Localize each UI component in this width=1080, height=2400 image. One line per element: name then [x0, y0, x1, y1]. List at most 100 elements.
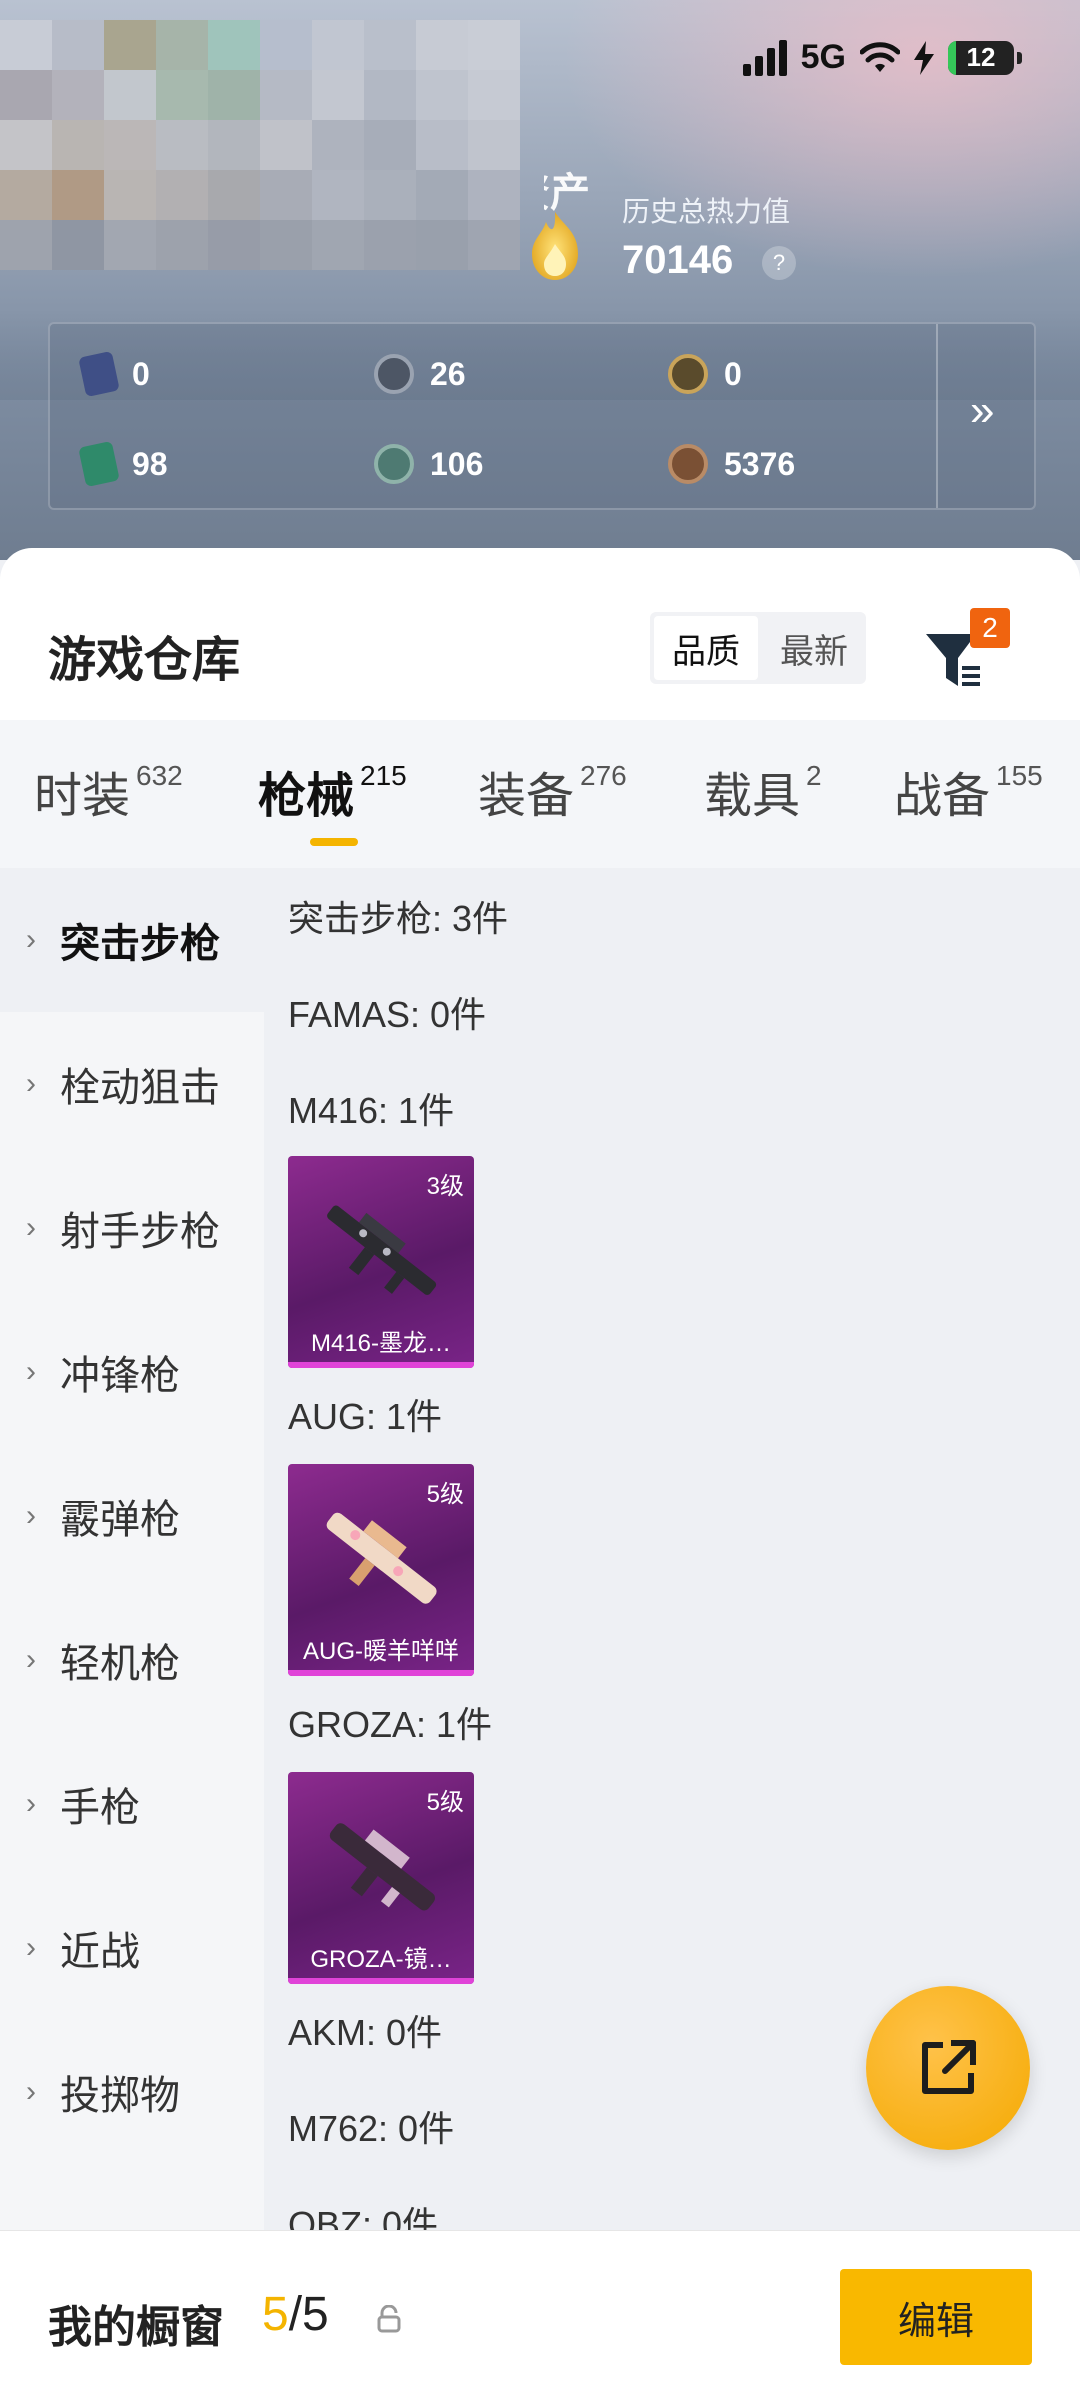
rarity-bar	[288, 1978, 474, 1984]
skin-name: AUG-暖羊咩咩	[303, 1638, 459, 1665]
tab-equipment[interactable]: 装备 276	[478, 756, 627, 826]
sidebar-item-bolt-sniper[interactable]: › 栓动狙击	[0, 1012, 264, 1156]
chevron-right-icon: ›	[26, 923, 36, 956]
sidebar-item-label: 射手步枪	[60, 1210, 220, 1254]
sidebar-item-melee[interactable]: › 近战	[0, 1876, 264, 2020]
weapon-count: GROZA: 1件	[288, 1704, 493, 1745]
stat-item: 98	[78, 440, 168, 488]
stat-item: 5376	[668, 444, 795, 484]
chevron-right-icon: ›	[26, 1499, 36, 1532]
showcase-total: /5	[288, 2288, 329, 2341]
sidebar-item-label: 栓动狙击	[60, 1066, 220, 1110]
weapon-count: AKM: 0件	[288, 2012, 443, 2053]
sidebar-item-smg[interactable]: › 冲锋枪	[0, 1300, 264, 1444]
skin-name: M416-墨龙…	[310, 1330, 452, 1357]
sidebar-item-assault-rifle[interactable]: › 突击步枪	[0, 868, 264, 1012]
stat-value: 106	[430, 445, 484, 482]
flame-icon	[532, 212, 578, 280]
tab-label: 枪械	[258, 770, 355, 823]
share-button[interactable]	[866, 1986, 1030, 2150]
filter-button[interactable]: 2	[922, 608, 1018, 698]
showcase-title: 我的橱窗	[48, 2303, 224, 2352]
profile-mosaic	[0, 20, 520, 270]
weapon-count: FAMAS: 0件	[288, 994, 487, 1035]
chevron-right-icon: ›	[26, 1931, 36, 1964]
sidebar-item-shotgun[interactable]: › 霰弹枪	[0, 1444, 264, 1588]
weapon-count: M762: 0件	[288, 2108, 455, 2149]
green-card-icon	[78, 440, 120, 488]
heat-label: 历史总热力值	[622, 196, 791, 227]
tab-count: 632	[136, 760, 183, 791]
charging-icon	[914, 40, 934, 75]
skin-level: 3级	[426, 1173, 464, 1200]
sidebar-item-lmg[interactable]: › 轻机枪	[0, 1588, 264, 1732]
tab-label: 装备	[478, 770, 575, 823]
chevron-double-right-icon[interactable]: »	[970, 386, 994, 436]
sort-newest[interactable]: 最新	[762, 612, 866, 684]
rarity-bar	[288, 1362, 474, 1368]
skin-level: 5级	[426, 1481, 464, 1508]
help-icon[interactable]: ?	[762, 246, 796, 280]
sort-quality[interactable]: 品质	[654, 616, 758, 680]
stat-item: 0	[668, 354, 742, 394]
section-count: 突击步枪: 3件	[288, 898, 509, 939]
tab-count: 215	[360, 760, 407, 791]
rarity-bar	[288, 1670, 474, 1676]
status-bar: 5G 12	[742, 38, 1022, 77]
tab-guns[interactable]: 枪械 215	[258, 756, 407, 826]
sidebar-item-label: 冲锋枪	[60, 1354, 180, 1398]
rifle-icon	[327, 1205, 437, 1295]
filter-count-badge: 2	[970, 608, 1010, 648]
weapon-count: AUG: 1件	[288, 1396, 443, 1437]
sidebar-item-marksman-rifle[interactable]: › 射手步枪	[0, 1156, 264, 1300]
bronze-coin-icon	[668, 444, 708, 484]
sidebar-item-label: 手枪	[60, 1786, 140, 1830]
stat-value: 5376	[724, 445, 796, 482]
chevron-right-icon: ›	[26, 2075, 36, 2108]
tab-label: 战备	[894, 770, 991, 823]
tab-fashion[interactable]: 时装 632	[34, 756, 183, 826]
skin-level: 5级	[426, 1789, 464, 1816]
tab-count: 276	[580, 760, 627, 791]
edit-button[interactable]: 编辑	[840, 2269, 1032, 2365]
sidebar-item-pistol[interactable]: › 手枪	[0, 1732, 264, 1876]
chevron-right-icon: ›	[26, 1067, 36, 1100]
sort-toggle[interactable]: 品质 最新	[650, 612, 866, 684]
tab-label: 时装	[34, 770, 131, 823]
sidebar-item-label: 轻机枪	[60, 1642, 180, 1686]
rifle-icon	[329, 1823, 435, 1911]
skin-name: GROZA-镜…	[310, 1946, 452, 1973]
card-icon	[78, 350, 120, 398]
share-icon	[922, 2040, 976, 2094]
battery-icon: 12	[948, 40, 1022, 75]
skin-card-m416[interactable]: 3级 M416-墨龙…	[288, 1156, 474, 1368]
showcase-bar: 我的橱窗 5/5 编辑	[0, 2230, 1080, 2400]
teal-coin-icon	[374, 444, 414, 484]
stat-item: 0	[78, 350, 150, 398]
sidebar-item-throwable[interactable]: › 投掷物	[0, 2020, 264, 2164]
chevron-right-icon: ›	[26, 1355, 36, 1388]
stat-item: 26	[374, 354, 466, 394]
tab-count: 155	[996, 760, 1043, 791]
tab-vehicles[interactable]: 载具 2	[704, 756, 822, 826]
asset-stats-panel[interactable]: 0 26 0 98 106 5376 »	[48, 322, 1036, 510]
network-type: 5G	[800, 38, 846, 76]
tab-supplies[interactable]: 战备 155	[894, 756, 1043, 826]
chevron-right-icon: ›	[26, 1787, 36, 1820]
stat-value: 0	[724, 355, 742, 392]
sidebar-item-label: 突击步枪	[60, 922, 220, 966]
skin-card-aug[interactable]: 5级 AUG-暖羊咩咩	[288, 1464, 474, 1676]
warehouse-title: 游戏仓库	[48, 634, 241, 687]
heat-value: 70146	[622, 238, 734, 282]
weapon-category-sidebar: › 突击步枪 › 栓动狙击 › 射手步枪 › 冲锋枪 › 霰弹枪 › 轻机枪 ›…	[0, 868, 264, 2238]
stat-value: 0	[132, 355, 150, 392]
sidebar-item-label: 投掷物	[60, 2074, 180, 2118]
silver-medal-icon	[374, 354, 414, 394]
battery-percent: 12	[966, 42, 996, 72]
tab-count: 2	[806, 760, 822, 791]
sidebar-item-label: 近战	[60, 1930, 140, 1974]
lock-icon	[377, 2305, 401, 2333]
showcase-current: 5	[262, 2288, 289, 2341]
skin-card-groza[interactable]: 5级 GROZA-镜…	[288, 1772, 474, 1984]
gold-medal-icon	[668, 354, 708, 394]
